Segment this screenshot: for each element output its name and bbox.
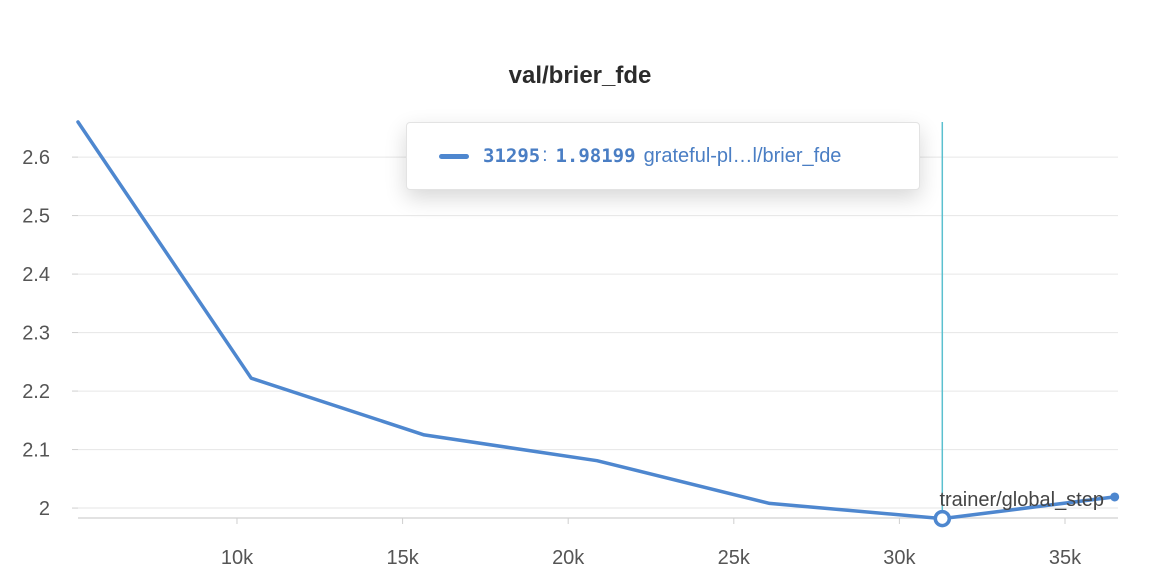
- tooltip-value: 1.98199: [555, 145, 636, 167]
- y-tick-label: 2.3: [22, 323, 50, 345]
- y-tick-label: 2.5: [22, 206, 50, 228]
- line-chart[interactable]: 2 2.1 2.2 2.3 2.4 2.5 2.6 10k 15k 20k 25k 30k 35k t…: [0, 0, 1160, 588]
- y-axis-ticks: 2 2.1 2.2 2.3 2.4 2.5 2.6: [22, 147, 78, 520]
- y-tick-label: 2.6: [22, 147, 50, 169]
- x-tick-label: 20k: [552, 547, 585, 569]
- series-swatch: [439, 153, 469, 159]
- x-tick-label: 15k: [386, 547, 419, 569]
- tooltip-separator: :: [542, 145, 548, 166]
- tooltip-step: 31295: [483, 145, 541, 167]
- x-tick-label: 30k: [883, 547, 916, 569]
- y-tick-label: 2.4: [22, 264, 50, 286]
- y-tick-label: 2: [39, 498, 50, 520]
- grid-lines: [78, 156, 1118, 509]
- series-end-point: [1110, 492, 1120, 502]
- x-tick-label: 10k: [221, 547, 254, 569]
- y-tick-label: 2.1: [22, 440, 50, 462]
- hover-marker-group: [933, 509, 952, 528]
- x-axis-ticks: 10k 15k 20k 25k 30k 35k: [221, 518, 1082, 569]
- hover-point: [933, 509, 952, 528]
- x-axis-label: trainer/global_step: [939, 489, 1104, 511]
- x-tick-label: 25k: [718, 547, 751, 569]
- y-tick-label: 2.2: [22, 381, 50, 403]
- hover-tooltip: 31295 : 1.98199 grateful-pl…l/brier_fde: [406, 122, 920, 190]
- x-tick-label: 35k: [1049, 547, 1082, 569]
- tooltip-run-name: grateful-pl…l/brier_fde: [643, 144, 842, 167]
